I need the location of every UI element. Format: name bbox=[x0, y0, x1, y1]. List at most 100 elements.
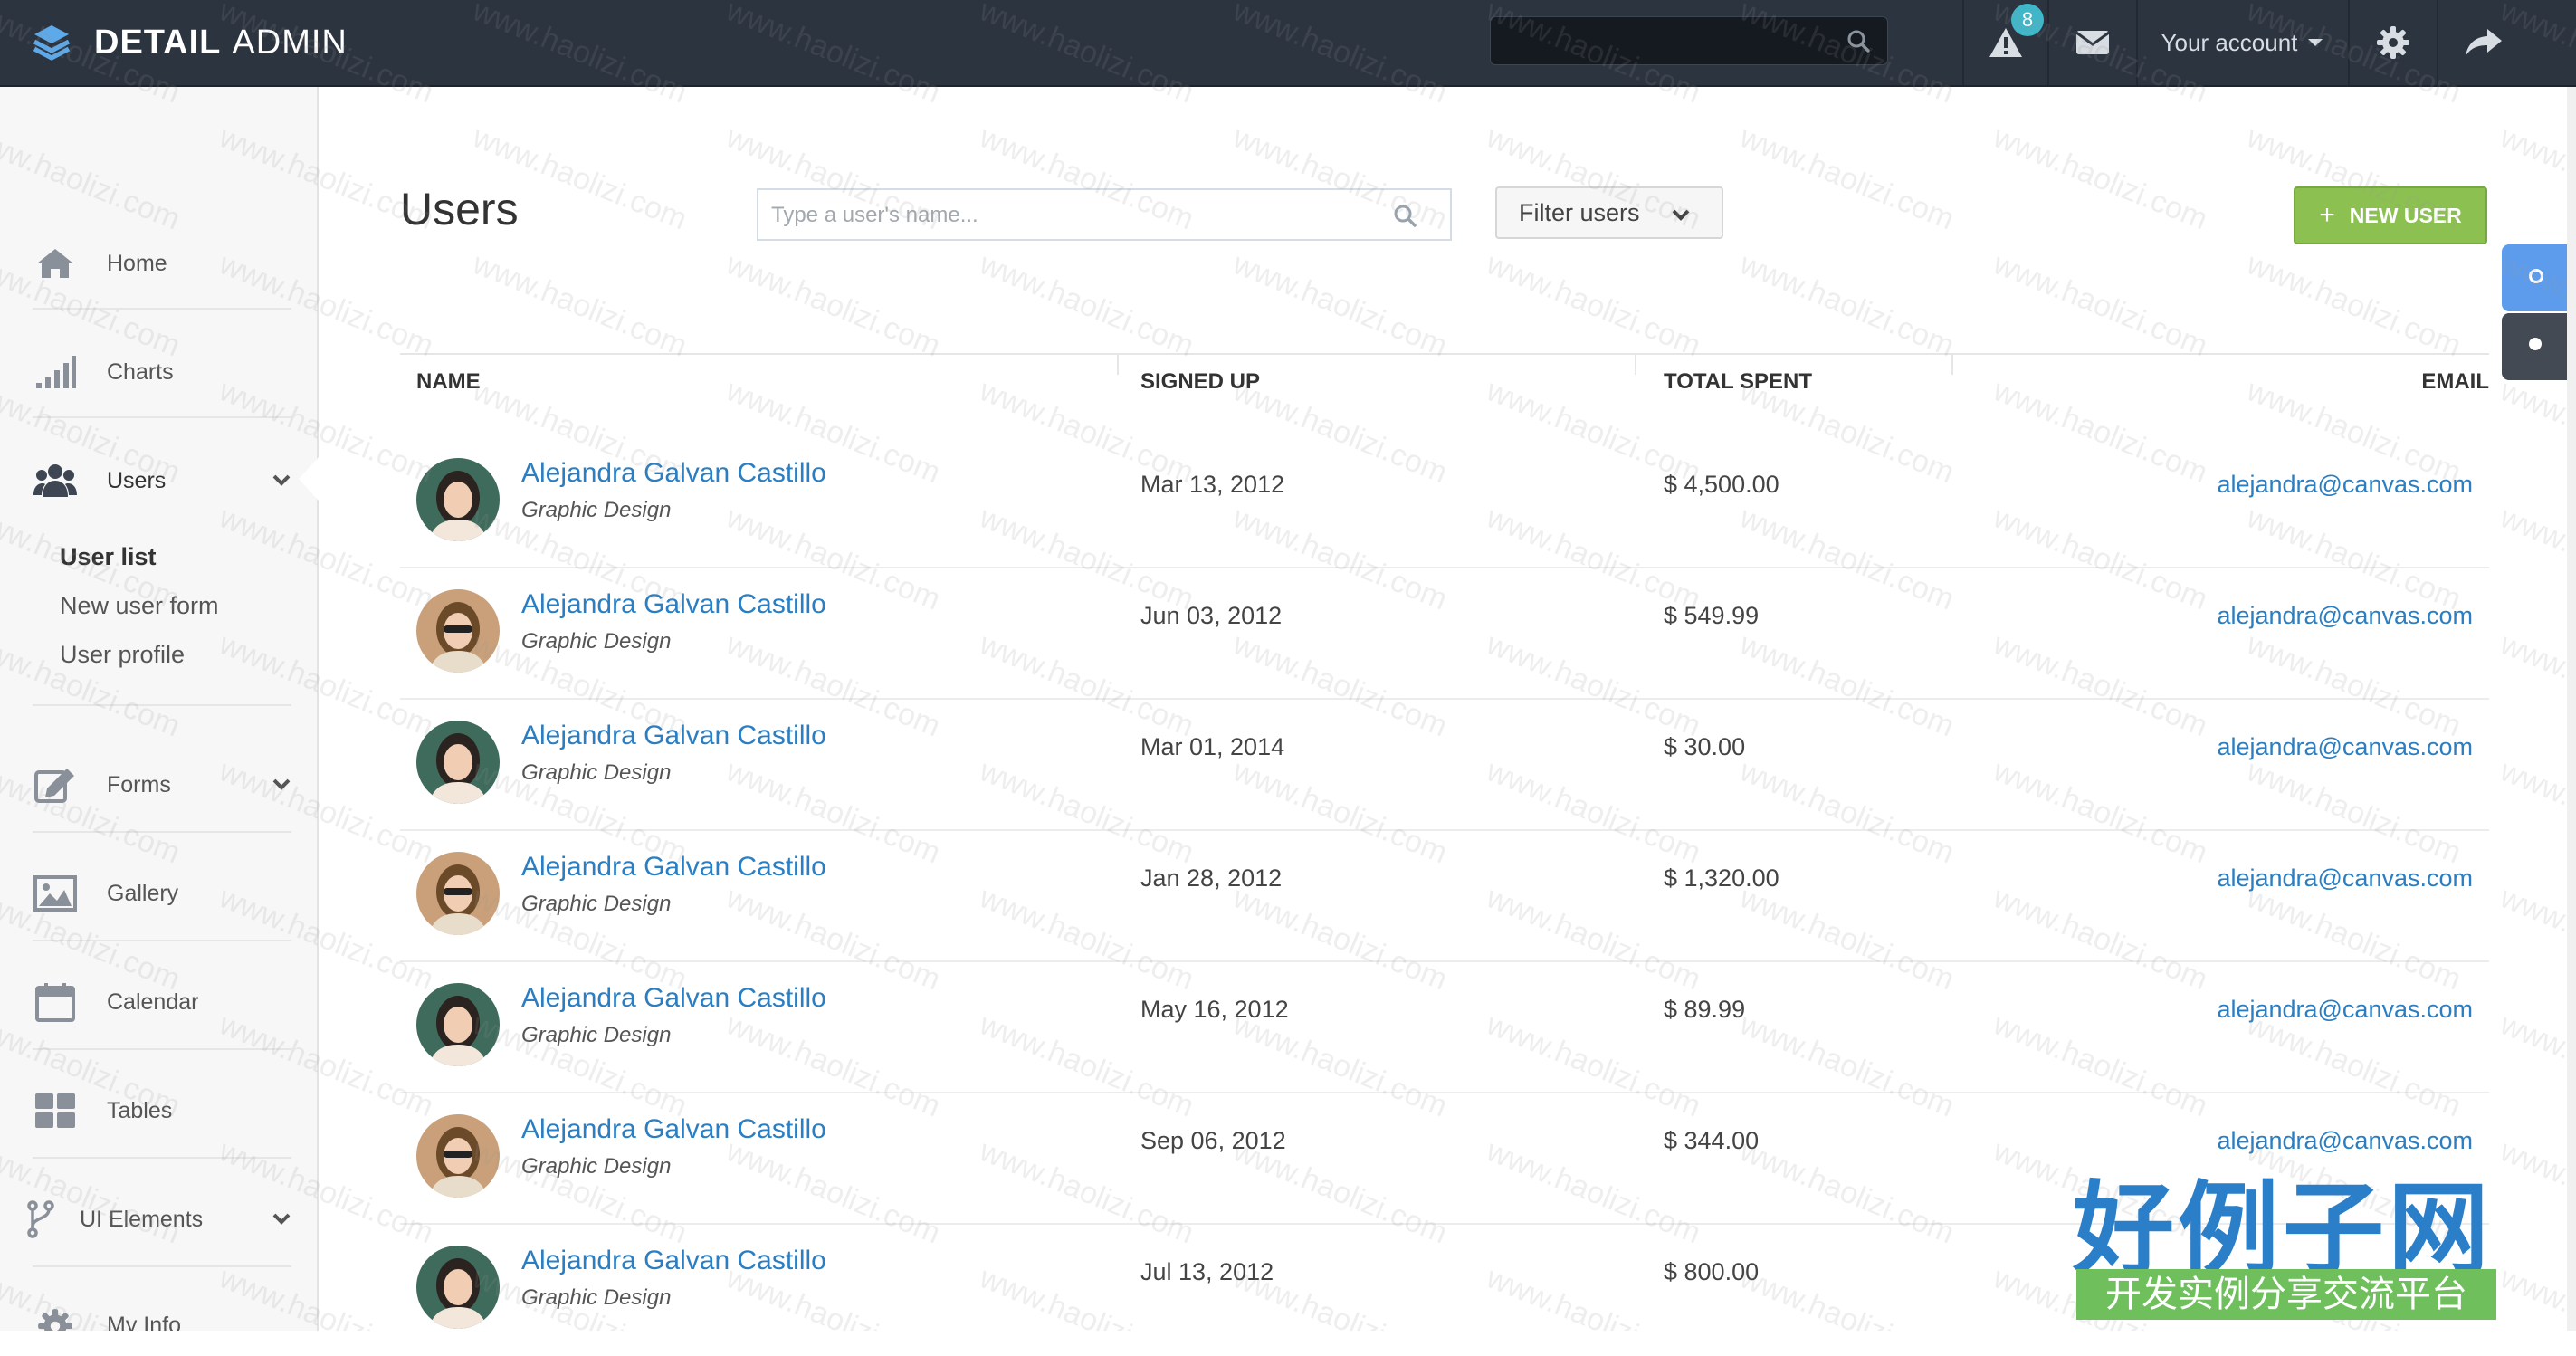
sidebar-item-label: Home bbox=[107, 250, 167, 276]
table-row[interactable]: Alejandra Galvan Castillo Graphic Design J… bbox=[400, 569, 2489, 700]
watermark-text: www.haolizi.com bbox=[1988, 246, 2212, 364]
table-row[interactable]: Alejandra Galvan Castillo Graphic Design M… bbox=[400, 701, 2489, 831]
share-icon bbox=[2466, 29, 2502, 56]
total-spent: $ 30.00 bbox=[1664, 733, 1746, 760]
sidebar-item-users[interactable]: Users bbox=[33, 427, 291, 534]
user-name-link[interactable]: Alejandra Galvan Castillo bbox=[521, 1114, 826, 1145]
row-divider bbox=[400, 829, 2489, 831]
user-email-link[interactable]: alejandra@canvas.com bbox=[2217, 996, 2473, 1024]
user-email-link[interactable]: alejandra@canvas.com bbox=[2217, 733, 2473, 761]
sidebar-item-label: Forms bbox=[107, 771, 171, 797]
user-avatar[interactable] bbox=[416, 1114, 500, 1198]
sidebar-item-label: Calendar bbox=[107, 988, 199, 1015]
user-name-link[interactable]: Alejandra Galvan Castillo bbox=[521, 721, 826, 751]
watermark-text: www.haolizi.com bbox=[2495, 500, 2576, 617]
signed-up-date: Sep 06, 2012 bbox=[1140, 1127, 1286, 1154]
chevron-down-icon bbox=[272, 473, 291, 492]
user-email-link[interactable]: alejandra@canvas.com bbox=[2217, 864, 2473, 893]
search-icon[interactable] bbox=[1392, 203, 1417, 233]
sidebar-item-home[interactable]: Home bbox=[33, 210, 291, 317]
active-item-pointer bbox=[299, 457, 319, 501]
filter-label: Filter users bbox=[1519, 198, 1640, 226]
column-header-email[interactable]: EMAIL bbox=[2421, 369, 2489, 395]
column-header-total-spent[interactable]: TOTAL SPENT bbox=[1664, 369, 1812, 395]
row-divider bbox=[400, 1092, 2489, 1093]
layers-icon bbox=[33, 25, 71, 61]
subnav-user-profile[interactable]: User profile bbox=[60, 641, 185, 669]
top-search-input[interactable] bbox=[1491, 17, 1855, 66]
user-avatar[interactable] bbox=[416, 852, 500, 935]
sidebar-item-forms[interactable]: Forms bbox=[33, 731, 291, 838]
sidebar-item-my-info[interactable]: My Info bbox=[33, 1275, 291, 1331]
gear-icon bbox=[2377, 26, 2409, 59]
brand-name-light: ADMIN bbox=[232, 23, 348, 62]
sidebar-item-charts[interactable]: Charts bbox=[33, 319, 291, 425]
watermark-text: www.haolizi.com bbox=[1481, 246, 1705, 364]
user-role: Graphic Design bbox=[521, 1154, 672, 1179]
watermark-text: www.haolizi.com bbox=[2495, 1007, 2576, 1124]
user-avatar[interactable] bbox=[416, 983, 500, 1066]
user-avatar[interactable] bbox=[416, 1246, 500, 1329]
total-spent: $ 89.99 bbox=[1664, 996, 1746, 1023]
new-user-button[interactable]: + NEW USER bbox=[2294, 186, 2487, 244]
settings-button[interactable] bbox=[2350, 0, 2437, 85]
total-spent: $ 344.00 bbox=[1664, 1127, 1760, 1154]
bar-chart-icon bbox=[33, 354, 78, 390]
total-spent: $ 1,320.00 bbox=[1664, 864, 1779, 892]
user-name-link[interactable]: Alejandra Galvan Castillo bbox=[521, 852, 826, 883]
sidebar-item-tables[interactable]: Tables bbox=[33, 1057, 291, 1164]
search-icon[interactable] bbox=[1846, 28, 1871, 58]
signed-up-date: Mar 13, 2012 bbox=[1140, 471, 1285, 498]
page-scrollbar[interactable] bbox=[2567, 87, 2576, 1331]
watermark-text: www.haolizi.com bbox=[2495, 626, 2576, 744]
sidebar-divider bbox=[33, 940, 291, 941]
total-spent: $ 4,500.00 bbox=[1664, 471, 1779, 498]
subnav-user-list[interactable]: User list bbox=[60, 543, 157, 571]
user-avatar[interactable] bbox=[416, 721, 500, 804]
column-header-signed-up[interactable]: SIGNED UP bbox=[1140, 369, 1260, 395]
alerts-count-badge: 8 bbox=[2011, 4, 2044, 36]
user-avatar[interactable] bbox=[416, 589, 500, 673]
caret-down-icon bbox=[2308, 39, 2323, 46]
signed-up-date: May 16, 2012 bbox=[1140, 996, 1289, 1023]
account-dropdown[interactable]: Your account bbox=[2138, 0, 2346, 85]
sidebar-item-label: UI Elements bbox=[80, 1206, 204, 1232]
brand-name-bold: DETAIL bbox=[94, 23, 222, 62]
row-divider bbox=[400, 698, 2489, 700]
theme-switch-dark[interactable] bbox=[2502, 313, 2576, 380]
watermark-text: www.haolizi.com bbox=[467, 246, 692, 364]
watermark-text: www.haolizi.com bbox=[2495, 880, 2576, 998]
user-email-link[interactable]: alejandra@canvas.com bbox=[2217, 602, 2473, 630]
gear-icon bbox=[33, 1307, 78, 1331]
theme-switch-light[interactable] bbox=[2502, 244, 2576, 311]
sidebar-item-label: Gallery bbox=[107, 880, 179, 906]
sidebar-item-calendar[interactable]: Calendar bbox=[33, 949, 291, 1055]
envelope-icon bbox=[2075, 31, 2110, 54]
user-avatar[interactable] bbox=[416, 458, 500, 541]
sidebar-item-label: My Info bbox=[107, 1313, 181, 1331]
table-row[interactable]: Alejandra Galvan Castillo Graphic Design M… bbox=[400, 438, 2489, 568]
sidebar-item-gallery[interactable]: Gallery bbox=[33, 840, 291, 947]
user-name-link[interactable]: Alejandra Galvan Castillo bbox=[521, 589, 826, 620]
brand-logo[interactable]: DETAIL ADMIN bbox=[31, 20, 348, 65]
chevron-down-icon bbox=[1671, 208, 1691, 227]
column-header-name[interactable]: NAME bbox=[416, 369, 481, 395]
code-fork-icon bbox=[18, 1199, 63, 1239]
new-user-label: NEW USER bbox=[2349, 203, 2462, 227]
sidebar-divider bbox=[33, 1048, 291, 1050]
sidebar-divider bbox=[33, 1265, 291, 1267]
user-name-link[interactable]: Alejandra Galvan Castillo bbox=[521, 458, 826, 489]
filter-users-dropdown[interactable]: Filter users bbox=[1495, 186, 1723, 239]
user-email-link[interactable]: alejandra@canvas.com bbox=[2217, 471, 2473, 499]
messages-button[interactable] bbox=[2049, 0, 2136, 85]
share-button[interactable] bbox=[2438, 0, 2529, 85]
user-name-link[interactable]: Alejandra Galvan Castillo bbox=[521, 1246, 826, 1276]
table-row[interactable]: Alejandra Galvan Castillo Graphic Design M… bbox=[400, 963, 2489, 1093]
sidebar-item-ui-elements[interactable]: UI Elements bbox=[18, 1166, 291, 1273]
table-row[interactable]: Alejandra Galvan Castillo Graphic Design J… bbox=[400, 832, 2489, 962]
watermark-tagline: 开发实例分享交流平台 bbox=[2076, 1269, 2496, 1320]
user-search-input[interactable] bbox=[758, 190, 1407, 241]
subnav-new-user-form[interactable]: New user form bbox=[60, 592, 219, 620]
user-name-link[interactable]: Alejandra Galvan Castillo bbox=[521, 983, 826, 1014]
sidebar-divider bbox=[33, 1157, 291, 1159]
